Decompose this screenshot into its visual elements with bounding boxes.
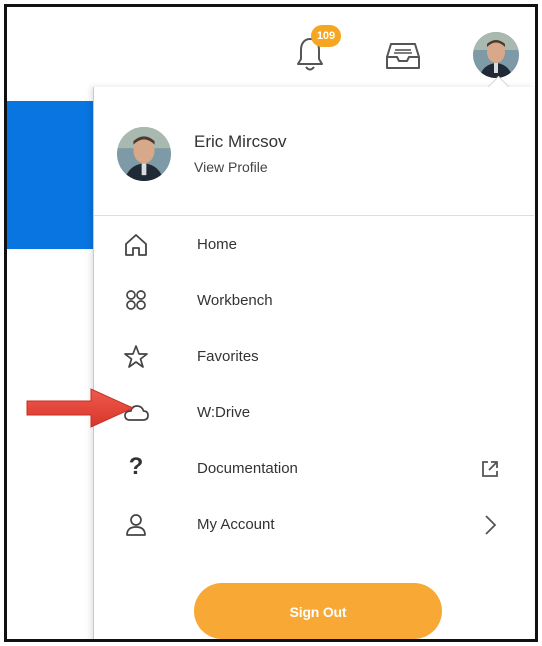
menu-item-label: W:Drive (197, 404, 251, 421)
menu-item-workbench[interactable]: Workbench (94, 279, 534, 323)
chevron-right-icon (485, 515, 497, 535)
menu-item-label: Home (197, 236, 238, 253)
menu-item-label: My Account (197, 516, 275, 533)
screenshot-frame: 109 Eric Mircsov View Profile Home Workb… (4, 4, 538, 642)
avatar[interactable] (473, 32, 519, 78)
home-icon (125, 234, 147, 256)
menu-item-home[interactable]: Home (94, 223, 534, 267)
notification-count-badge: 109 (311, 25, 341, 47)
user-menu-dropdown: Eric Mircsov View Profile Home Workbench (93, 75, 534, 639)
view-profile-link[interactable]: View Profile (194, 159, 268, 175)
question-icon: ? (128, 453, 144, 480)
star-icon (124, 345, 148, 368)
top-bar: 109 (7, 7, 535, 89)
menu-item-label: Workbench (197, 292, 273, 309)
external-link-icon (482, 461, 498, 477)
menu-item-documentation[interactable]: ? Documentation (94, 447, 534, 491)
people-icon (126, 290, 146, 310)
menu-item-wdrive[interactable]: W:Drive (94, 391, 534, 435)
profile-name: Eric Mircsov (194, 132, 287, 151)
user-icon (126, 514, 146, 536)
menu-item-label: Documentation (197, 460, 298, 477)
menu-item-favorites[interactable]: Favorites (94, 335, 534, 379)
menu-item-my-account[interactable]: My Account (94, 503, 534, 547)
profile-header[interactable]: Eric Mircsov View Profile (94, 87, 534, 216)
background-blue-panel (7, 101, 93, 249)
profile-avatar[interactable] (117, 127, 171, 181)
menu-item-label: Favorites (197, 348, 259, 365)
inbox-icon[interactable] (385, 41, 421, 71)
red-arrow-annotation (26, 388, 135, 428)
sign-out-button[interactable]: Sign Out (194, 583, 442, 639)
